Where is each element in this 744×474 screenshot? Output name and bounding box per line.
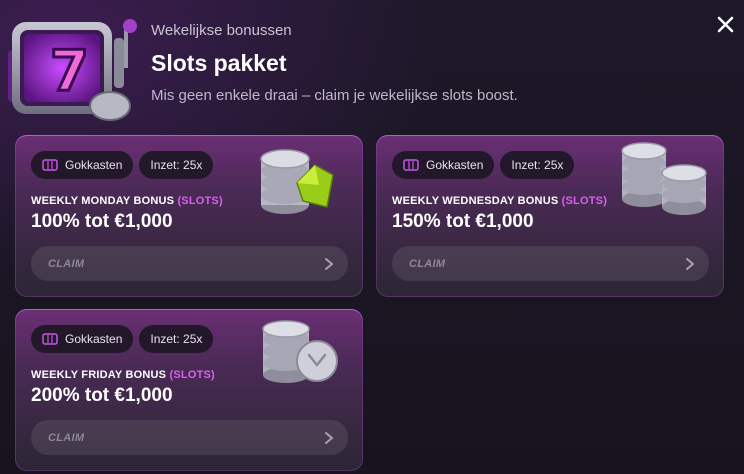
bonus-tag: (SLOTS): [177, 195, 223, 207]
svg-text:7: 7: [50, 39, 89, 104]
bonus-card-monday: Gokkasten Inzet: 25x WEEKLY MONDAY BONUS…: [15, 135, 363, 297]
eyebrow-label: Wekelijkse bonussen: [151, 22, 292, 39]
category-label: Gokkasten: [426, 158, 484, 172]
category-chip: Gokkasten: [31, 151, 134, 179]
claim-label: CLAIM: [48, 257, 85, 270]
wager-label: Inzet: 25x: [150, 158, 203, 172]
bonus-tag: (SLOTS): [561, 195, 608, 207]
category-label: Gokkasten: [65, 332, 123, 346]
bonus-name-text: WEEKLY FRIDAY BONUS: [31, 369, 167, 381]
category-label: Gokkasten: [65, 158, 123, 172]
claim-button[interactable]: CLAIM: [31, 420, 348, 455]
chevron-right-icon: [686, 257, 694, 270]
bonus-name-text: WEEKLY WEDNESDAY BONUS: [392, 195, 559, 207]
wager-label: Inzet: 25x: [150, 332, 203, 346]
wager-label: Inzet: 25x: [511, 158, 564, 172]
bonus-amount: 100% tot €1,000: [31, 211, 173, 232]
bonus-tag: (SLOTS): [169, 369, 215, 381]
bonus-card-friday: Gokkasten Inzet: 25x WEEKLY FRIDAY BONUS…: [15, 309, 363, 471]
wager-chip: Inzet: 25x: [139, 325, 214, 353]
close-button[interactable]: [711, 10, 739, 38]
slot-reels-icon: [42, 333, 58, 345]
category-chip: Gokkasten: [31, 325, 134, 353]
close-icon: [717, 16, 734, 33]
chevron-right-icon: [325, 257, 333, 270]
slot-reels-icon: [42, 159, 58, 171]
chevron-right-icon: [325, 431, 333, 444]
wager-chip: Inzet: 25x: [139, 151, 214, 179]
coins-with-gem-icon: [260, 149, 334, 214]
bonus-name-text: WEEKLY MONDAY BONUS: [31, 195, 175, 207]
bonus-card-wednesday: Gokkasten Inzet: 25x WEEKLY WEDNESDAY BO…: [376, 135, 724, 297]
modal-header: 7 Wekelijkse bonussen Slots pakket Mis g…: [0, 0, 744, 128]
slot-reels-icon: [403, 159, 419, 171]
page-title: Slots pakket: [151, 50, 287, 76]
bonus-amount: 150% tot €1,000: [392, 211, 534, 232]
coin-stack-icon: [262, 320, 338, 383]
coin-stacks-icon: [621, 142, 707, 215]
claim-button[interactable]: CLAIM: [392, 246, 709, 281]
bonus-name: WEEKLY FRIDAY BONUS (SLOTS): [31, 369, 215, 381]
claim-button[interactable]: CLAIM: [31, 246, 348, 281]
claim-label: CLAIM: [409, 257, 446, 270]
bonus-amount: 200% tot €1,000: [31, 385, 173, 406]
page-subtitle: Mis geen enkele draai – claim je wekelij…: [151, 87, 518, 104]
category-chip: Gokkasten: [392, 151, 495, 179]
claim-label: CLAIM: [48, 431, 85, 444]
bonus-name: WEEKLY MONDAY BONUS (SLOTS): [31, 195, 223, 207]
slot-machine-icon: 7: [8, 19, 137, 121]
bonus-name: WEEKLY WEDNESDAY BONUS (SLOTS): [392, 195, 607, 207]
wager-chip: Inzet: 25x: [500, 151, 575, 179]
